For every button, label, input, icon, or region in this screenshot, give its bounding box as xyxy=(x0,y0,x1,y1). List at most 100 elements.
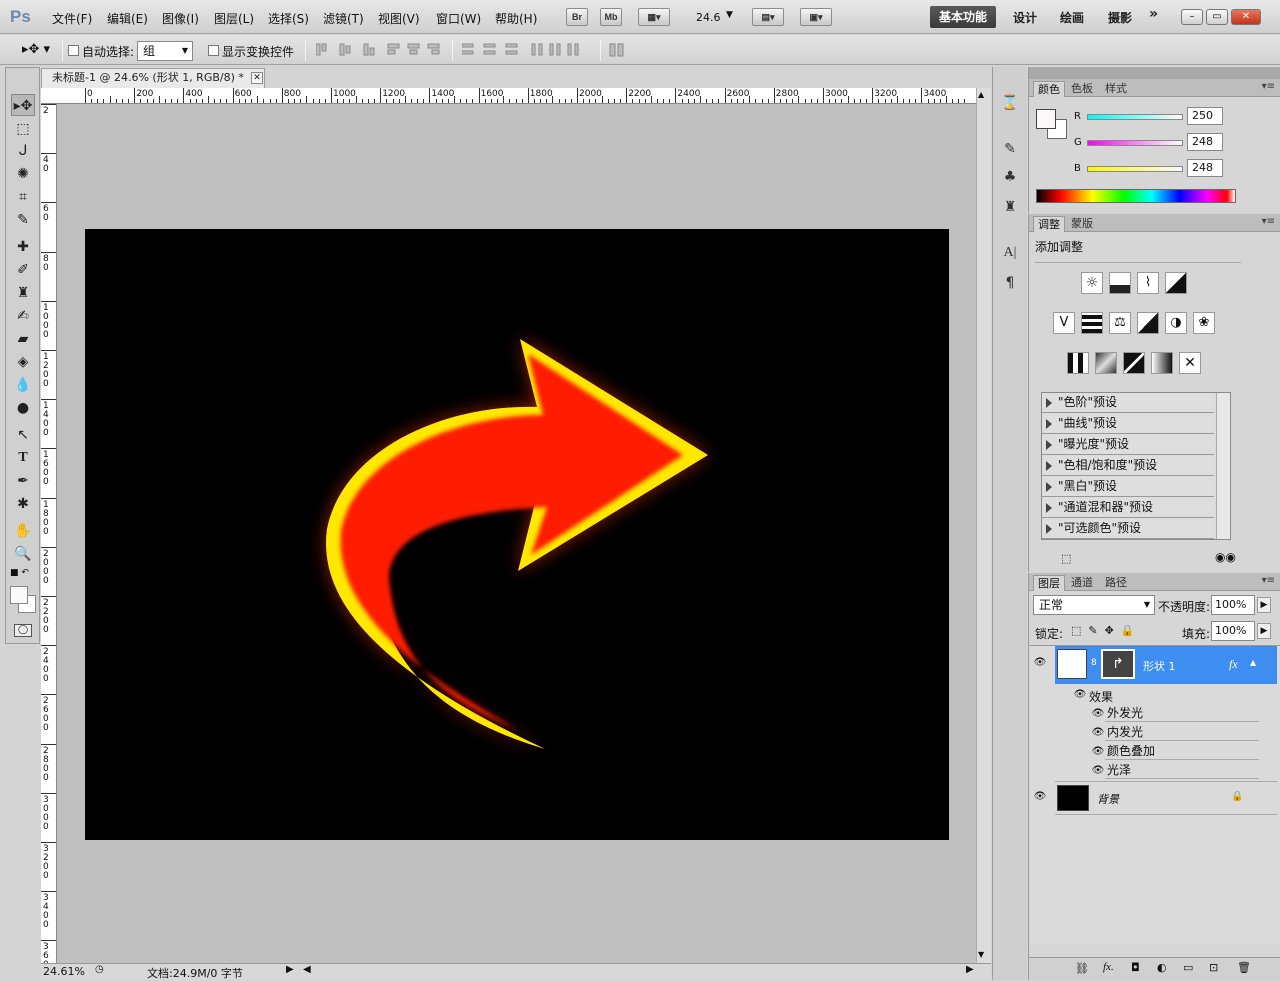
tab-layers[interactable]: 图层 xyxy=(1033,575,1065,591)
hand-tool-icon[interactable]: ✋ xyxy=(11,520,35,542)
zoom-dropdown-icon[interactable]: ▼ xyxy=(726,10,733,20)
ruler-horizontal[interactable]: 0 200 400 600 800 1000 1200 1400 1600 1800 2000 220… xyxy=(41,88,976,104)
paint-bucket-tool-icon[interactable]: ◈ xyxy=(11,351,35,373)
lock-icons[interactable]: ⬚✎✥🔒 xyxy=(1071,624,1142,637)
blur-tool-icon[interactable]: 💧 xyxy=(11,374,35,396)
brush-presets-icon[interactable]: ✎ xyxy=(1000,139,1020,159)
brush-tool-icon[interactable]: ✐ xyxy=(11,259,35,281)
return-to-list-icon[interactable]: ⬚ xyxy=(1061,552,1071,565)
layer-row-background[interactable]: 背景 🔒 xyxy=(1055,781,1277,815)
channel-r-slider[interactable] xyxy=(1087,114,1183,120)
photo-filter-icon[interactable]: ◑ xyxy=(1165,312,1187,334)
eye-icon[interactable]: 👁 xyxy=(1091,766,1105,776)
zoom-tool-icon[interactable]: 🔍 xyxy=(11,543,35,565)
eye-icon[interactable]: 👁 xyxy=(1073,690,1087,700)
menu-image[interactable]: 图像(I) xyxy=(162,10,199,27)
menu-view[interactable]: 视图(V) xyxy=(378,10,420,27)
preset-channel-mixer[interactable]: "通道混和器"预设 xyxy=(1042,498,1214,518)
hue-saturation-icon[interactable] xyxy=(1081,312,1103,334)
workspace-basic[interactable]: 基本功能 xyxy=(930,6,996,28)
layer-row-shape[interactable]: 8 ↱ 形状 1 fx ▲ xyxy=(1055,646,1277,684)
document-tab[interactable]: 未标题-1 @ 24.6% (形状 1, RGB/8) * ✕ xyxy=(41,68,265,88)
menu-filter[interactable]: 滤镜(T) xyxy=(323,10,364,27)
lasso-tool-icon[interactable]: ᒍ xyxy=(11,140,35,162)
scroll-up-icon[interactable]: ▲ xyxy=(978,90,984,99)
selective-color-icon[interactable]: ✕ xyxy=(1179,352,1201,374)
healing-brush-tool-icon[interactable]: ✚ xyxy=(11,236,35,258)
preset-selective-color[interactable]: "可选颜色"预设 xyxy=(1042,519,1214,539)
zoom-level[interactable]: 24.6 xyxy=(696,11,721,24)
minimize-button[interactable]: – xyxy=(1181,9,1203,25)
channel-g-slider[interactable] xyxy=(1087,140,1183,146)
auto-align-icon[interactable] xyxy=(609,43,625,57)
new-layer-icon[interactable]: ⊡ xyxy=(1209,961,1218,974)
more-workspaces-icon[interactable]: » xyxy=(1149,6,1158,22)
channel-r-input[interactable]: 250 xyxy=(1187,107,1223,125)
effect-color-overlay[interactable]: 颜色叠加 xyxy=(1105,742,1259,760)
history-panel-icon[interactable]: ⌛ xyxy=(1000,93,1020,113)
history-brush-tool-icon[interactable]: ✍ xyxy=(11,305,35,327)
paragraph-panel-icon[interactable]: ¶ xyxy=(1000,273,1020,293)
vertical-scrollbar[interactable]: ▲ ▼ xyxy=(976,88,991,964)
view-extras-button[interactable]: ▦▾ xyxy=(638,8,670,26)
preset-levels[interactable]: "色阶"预设 xyxy=(1042,393,1214,413)
channel-b-slider[interactable] xyxy=(1087,166,1183,172)
fill-input[interactable]: 100% xyxy=(1211,621,1255,641)
link-layers-icon[interactable]: ⛓ xyxy=(1075,962,1089,975)
tab-adjustments[interactable]: 调整 xyxy=(1033,216,1065,232)
menu-window[interactable]: 窗口(W) xyxy=(436,10,481,27)
clone-source-icon[interactable]: ♜ xyxy=(1000,197,1020,217)
presets-scrollbar[interactable] xyxy=(1216,393,1230,539)
effect-inner-glow[interactable]: 内发光 xyxy=(1105,723,1259,741)
type-tool-icon[interactable]: T xyxy=(11,447,35,469)
brightness-contrast-icon[interactable]: ☼ xyxy=(1081,272,1103,294)
pen-tool-icon[interactable]: ✒ xyxy=(11,470,35,492)
adjustment-layer-icon[interactable]: ◐ xyxy=(1157,961,1167,974)
crop-tool-icon[interactable]: ⌗ xyxy=(11,186,35,208)
arrange-documents-button[interactable]: ▤▾ xyxy=(752,8,784,26)
posterize-icon[interactable] xyxy=(1095,352,1117,374)
show-transform-checkbox[interactable] xyxy=(208,45,219,56)
tab-color[interactable]: 颜色 xyxy=(1033,81,1065,97)
tab-paths[interactable]: 路径 xyxy=(1101,575,1131,591)
preset-curves[interactable]: "曲线"预设 xyxy=(1042,414,1214,434)
trash-icon[interactable]: 🗑 xyxy=(1237,961,1251,974)
quick-mask-icon[interactable]: ◯ xyxy=(14,624,32,637)
tab-masks[interactable]: 蒙版 xyxy=(1067,216,1097,232)
levels-icon[interactable] xyxy=(1109,272,1131,294)
preset-hue-saturation[interactable]: "色相/饱和度"预设 xyxy=(1042,456,1214,476)
opacity-input[interactable]: 100% xyxy=(1211,595,1255,615)
black-white-icon[interactable] xyxy=(1137,312,1159,334)
add-style-icon[interactable]: fx. xyxy=(1103,961,1114,973)
scroll-left-icon[interactable]: ◀ xyxy=(303,964,311,975)
channel-b-input[interactable]: 248 xyxy=(1187,159,1223,177)
move-tool-icon[interactable]: ▸✥ ▾ xyxy=(22,42,50,57)
status-icon[interactable]: ◷ xyxy=(95,964,104,975)
curves-icon[interactable]: ⌇ xyxy=(1137,272,1159,294)
screen-mode-button[interactable]: ▣▾ xyxy=(800,8,832,26)
dodge-tool-icon[interactable]: ● xyxy=(11,397,35,419)
collapse-effects-icon[interactable]: ▲ xyxy=(1250,658,1256,667)
eye-icon[interactable]: 👁 xyxy=(1091,747,1105,757)
clone-stamp-tool-icon[interactable]: ♜ xyxy=(11,282,35,304)
panel-collapse-bar[interactable] xyxy=(1029,67,1280,79)
eye-icon[interactable]: 👁 xyxy=(1091,728,1105,738)
threshold-icon[interactable] xyxy=(1123,352,1145,374)
character-panel-icon[interactable]: A| xyxy=(1000,243,1020,263)
eye-icon[interactable]: 👁 xyxy=(1091,709,1105,719)
align-buttons-group[interactable] xyxy=(316,43,446,57)
blend-mode-dropdown[interactable]: 正常 ▼ xyxy=(1033,595,1155,615)
menu-help[interactable]: 帮助(H) xyxy=(495,10,537,27)
add-mask-icon[interactable]: ◘ xyxy=(1131,961,1140,974)
auto-select-dropdown[interactable]: 组 ▼ xyxy=(137,41,193,61)
custom-shape-tool-icon[interactable]: ✱ xyxy=(11,493,35,515)
tab-channels[interactable]: 通道 xyxy=(1067,575,1097,591)
close-button[interactable]: ✕ xyxy=(1231,9,1261,25)
move-tool-icon[interactable]: ▸✥ xyxy=(11,94,35,116)
effect-outer-glow[interactable]: 外发光 xyxy=(1105,704,1259,722)
workspace-photo[interactable]: 摄影 xyxy=(1108,9,1132,26)
bridge-button[interactable]: Br xyxy=(566,8,588,26)
default-colors-icon[interactable]: ■ ↶ xyxy=(10,568,29,578)
mini-bridge-button[interactable]: Mb xyxy=(600,8,622,26)
eye-icon[interactable]: 👁 xyxy=(1033,792,1047,802)
